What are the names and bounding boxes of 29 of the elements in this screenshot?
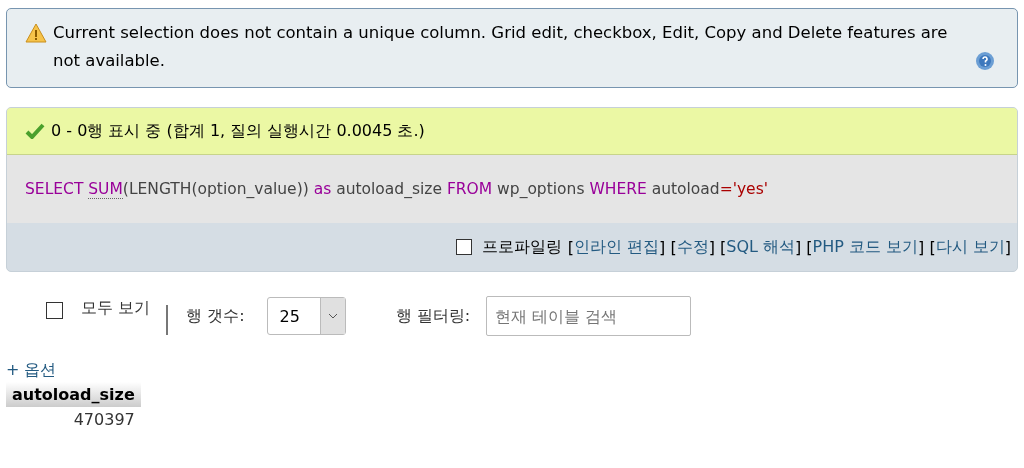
options-link[interactable]: + 옵션 <box>6 360 57 381</box>
table-cell: 470397 <box>6 407 141 432</box>
bracket: ] [ <box>795 237 813 257</box>
bracket: ] [ <box>659 237 677 257</box>
checkbox-label: 모두 보기 <box>81 298 151 319</box>
rows-label: 행 갯수: <box>186 305 245 327</box>
checkbox-label: 프로파일링 <box>481 236 562 258</box>
action-link[interactable]: SQL 해석 <box>726 236 795 258</box>
bracket: ] [ <box>708 237 727 257</box>
column-header[interactable]: autoload_size <box>6 382 141 407</box>
rows-dropdown[interactable]: 25 <box>266 297 346 335</box>
action-link[interactable]: 다시 보기 <box>935 236 1005 258</box>
caret-icon <box>327 313 338 319</box>
warning-icon <box>25 23 47 43</box>
action-link[interactable]: 수정 <box>676 236 709 258</box>
success-message: 0 - 0행 표시 중 (합계 1, 질의 실행시간 0.0045 초.) <box>51 120 425 142</box>
check-icon <box>25 123 45 139</box>
checkbox[interactable] <box>455 239 472 255</box>
action-link[interactable]: 인라인 편집 <box>574 236 660 258</box>
filter-field[interactable]: 현재 테이블 검색 <box>486 296 692 336</box>
action-link[interactable]: PHP 코드 보기 <box>812 236 919 258</box>
help-icon[interactable] <box>975 51 995 71</box>
sql-query: SELECT SUM(LENGTH(option_value)) as autoload_size FROM wp_options WHERE autoload='yes' <box>25 180 768 198</box>
bracket: ] <box>1004 237 1011 257</box>
bracket: [ <box>567 237 574 257</box>
filter-label: 행 필터링: <box>395 305 471 327</box>
bracket: ] [ <box>918 237 936 257</box>
notice-message: Current selection does not contain a unique column. Grid edit, checkbox, Edit, Copy and Delete features are not available. <box>53 23 948 70</box>
checkbox[interactable] <box>46 302 63 319</box>
